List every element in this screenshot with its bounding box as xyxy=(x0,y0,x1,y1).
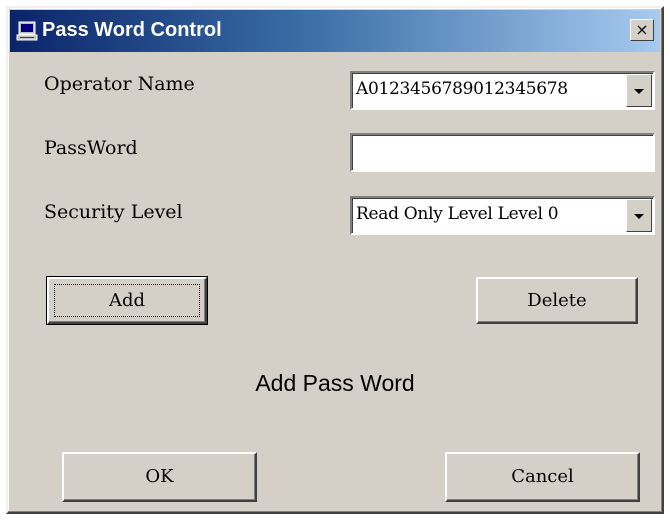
security-level-combobox[interactable]: Read Only Level Level 0 xyxy=(350,196,655,235)
cancel-button[interactable]: Cancel xyxy=(445,452,640,502)
security-level-dropdown-button[interactable] xyxy=(626,199,652,232)
title-bar[interactable]: Pass Word Control × xyxy=(10,10,660,52)
operator-name-combobox[interactable]: A0123456789012345678 xyxy=(350,71,655,110)
computer-icon xyxy=(16,21,38,41)
chevron-down-icon xyxy=(634,89,644,94)
add-button[interactable]: Add xyxy=(46,276,208,325)
close-button[interactable]: × xyxy=(630,19,654,41)
operator-name-dropdown-button[interactable] xyxy=(626,74,652,107)
password-label: PassWord xyxy=(44,137,138,159)
delete-button-label: Delete xyxy=(527,290,587,311)
close-icon: × xyxy=(635,20,649,39)
operator-name-label: Operator Name xyxy=(44,73,195,95)
status-message: Add Pass Word xyxy=(255,370,415,396)
ok-button[interactable]: OK xyxy=(62,452,257,502)
cancel-button-label: Cancel xyxy=(511,466,574,487)
delete-button[interactable]: Delete xyxy=(476,277,638,324)
chevron-down-icon xyxy=(634,214,644,219)
security-level-label: Security Level xyxy=(44,201,183,223)
security-level-value: Read Only Level Level 0 xyxy=(356,204,559,224)
password-field[interactable] xyxy=(350,133,655,172)
window-title: Pass Word Control xyxy=(42,19,222,41)
operator-name-value: A0123456789012345678 xyxy=(356,79,568,99)
ok-button-label: OK xyxy=(145,466,174,487)
password-control-dialog: Pass Word Control × Operator Name A01234… xyxy=(6,6,664,514)
add-button-label: Add xyxy=(108,290,146,311)
